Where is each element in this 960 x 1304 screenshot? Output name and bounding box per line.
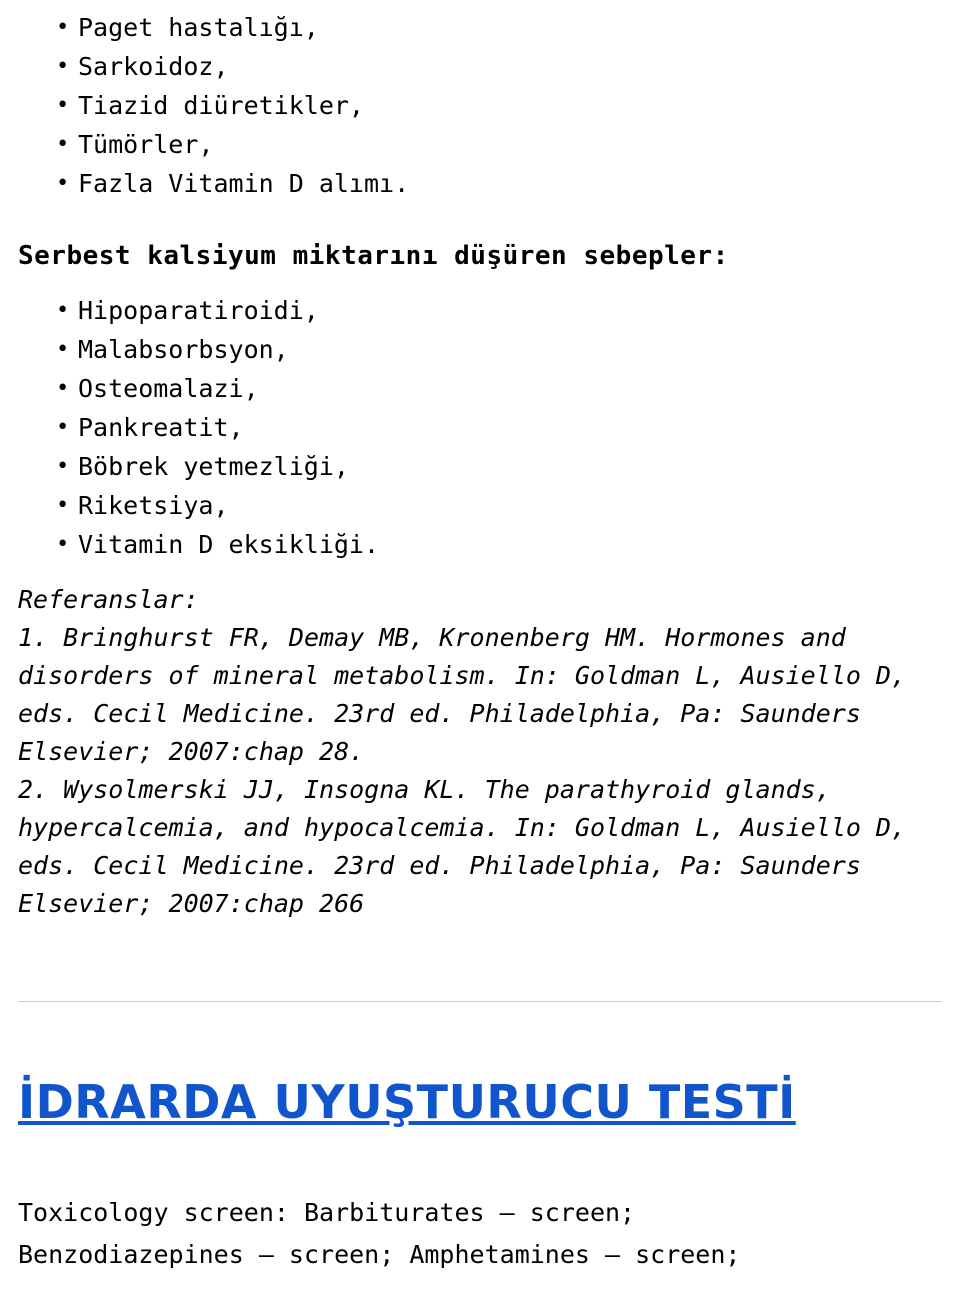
list-item: Paget hastalığı, (12, 8, 948, 47)
reference-line: hypercalcemia, and hypocalcemia. In: Gol… (18, 813, 907, 842)
list-item: Pankreatit, (12, 408, 948, 447)
reference-line: eds. Cecil Medicine. 23rd ed. Philadelph… (18, 851, 861, 880)
list-item: Vitamin D eksikliği. (12, 525, 948, 564)
list-item: Sarkoidoz, (12, 47, 948, 86)
references-label: Referanslar: (18, 585, 199, 614)
list-item: Osteomalazi, (12, 369, 948, 408)
page-title[interactable]: İDRARDA UYUŞTURUCU TESTİ (12, 1074, 948, 1130)
raising-causes-list: Paget hastalığı, Sarkoidoz, Tiazid diüre… (12, 8, 948, 203)
document-page: Paget hastalığı, Sarkoidoz, Tiazid diüre… (0, 0, 960, 1304)
lowering-causes-list: Hipoparatiroidi, Malabsorbsyon, Osteomal… (12, 291, 948, 564)
list-item: Böbrek yetmezliği, (12, 447, 948, 486)
section-divider (18, 1001, 942, 1002)
toxicology-block: Toxicology screen: Barbiturates — screen… (12, 1192, 948, 1276)
list-item: Fazla Vitamin D alımı. (12, 164, 948, 203)
reference-line: eds. Cecil Medicine. 23rd ed. Philadelph… (18, 699, 861, 728)
section-heading-lowering: Serbest kalsiyum miktarını düşüren sebep… (18, 241, 729, 271)
list-item: Malabsorbsyon, (12, 330, 948, 369)
list-item: Tümörler, (12, 125, 948, 164)
list-item: Riketsiya, (12, 486, 948, 525)
list-item: Hipoparatiroidi, (12, 291, 948, 330)
reference-line: 1. Bringhurst FR, Demay MB, Kronenberg H… (18, 623, 846, 652)
reference-line: disorders of mineral metabolism. In: Gol… (18, 661, 907, 690)
reference-line: 2. Wysolmerski JJ, Insogna KL. The parat… (18, 775, 831, 804)
list-item: Tiazid diüretikler, (12, 86, 948, 125)
reference-line: Elsevier; 2007:chap 266 (18, 889, 365, 918)
reference-line: Elsevier; 2007:chap 28. (18, 737, 365, 766)
toxicology-line: Benzodiazepines — screen; Amphetamines —… (18, 1240, 741, 1269)
toxicology-line: Toxicology screen: Barbiturates — screen… (18, 1198, 636, 1227)
top-spacer (12, 0, 948, 8)
